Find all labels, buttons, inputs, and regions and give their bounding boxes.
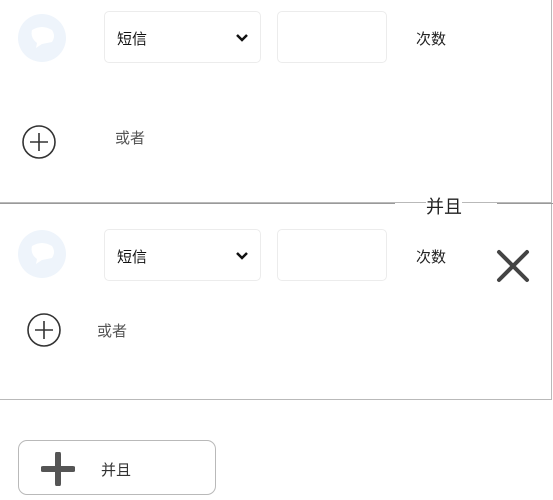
close-icon[interactable] xyxy=(496,249,530,283)
chevron-down-icon xyxy=(236,252,248,260)
plus-circle-icon[interactable] xyxy=(21,124,57,160)
add-and-label: 并且 xyxy=(101,461,132,479)
add-and-button[interactable]: 并且 xyxy=(18,440,216,495)
condition-group-1: 短信 次数 或者 xyxy=(0,0,552,203)
channel-select[interactable]: 短信 xyxy=(104,11,261,63)
channel-select[interactable]: 短信 xyxy=(104,229,261,281)
add-or-label[interactable]: 或者 xyxy=(97,320,127,341)
plus-icon xyxy=(41,452,75,486)
add-or-label[interactable]: 或者 xyxy=(115,127,145,148)
count-input[interactable] xyxy=(277,11,387,63)
channel-select-value: 短信 xyxy=(117,30,148,48)
count-unit-label: 次数 xyxy=(416,248,447,266)
channel-select-value: 短信 xyxy=(117,248,148,266)
plus-circle-icon[interactable] xyxy=(26,312,62,348)
chevron-down-icon xyxy=(236,34,248,42)
chat-bubble-icon xyxy=(18,14,66,62)
condition-group-2: 短信 次数 或者 xyxy=(0,204,552,400)
count-input[interactable] xyxy=(277,229,387,281)
chat-bubble-icon xyxy=(18,230,66,278)
count-unit-label: 次数 xyxy=(416,30,447,48)
